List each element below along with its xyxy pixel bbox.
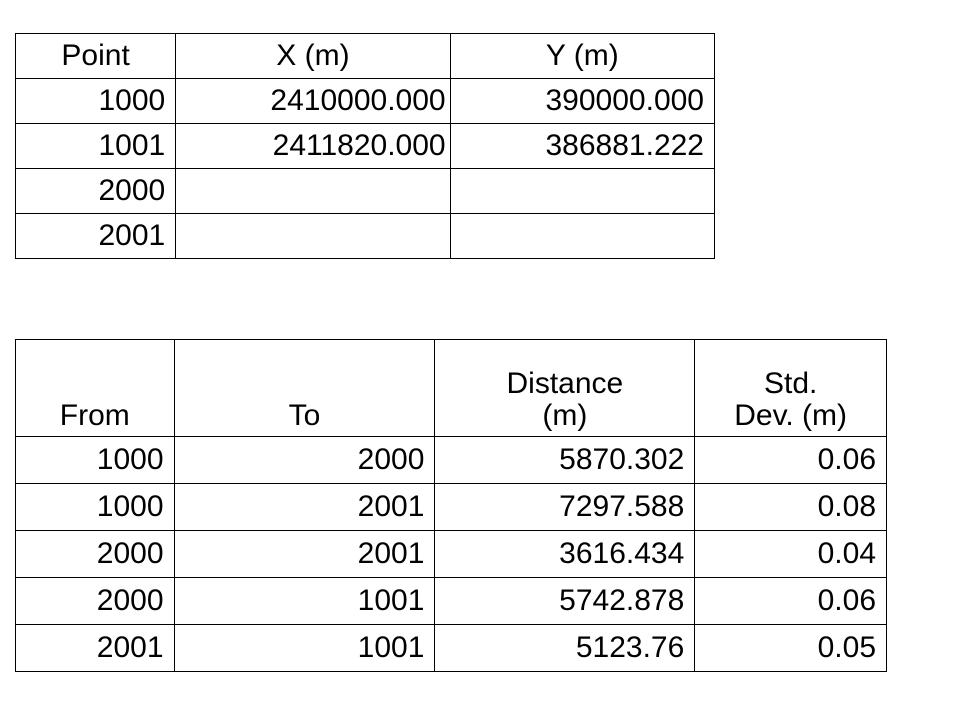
cell-to: 2001 [173, 530, 436, 578]
table-header-row: Point X (m) Y (m) [14, 33, 716, 79]
cell-x: 2410000.000 [175, 78, 451, 124]
header-line-1: Distance [506, 367, 624, 401]
column-header-distance: Distance (m) [434, 339, 696, 437]
header-line-2: (m) [542, 399, 588, 433]
cell-y [449, 168, 716, 214]
cell-y: 386881.222 [449, 123, 716, 169]
cell-distance: 3616.434 [434, 530, 696, 578]
cell-to: 1001 [173, 624, 436, 672]
cell-point: 1000 [14, 78, 177, 124]
table-row: 1001 2411820.000 386881.222 [14, 123, 716, 169]
cell-x [175, 213, 451, 259]
cell-point: 2001 [14, 213, 177, 259]
header-line-2: To [288, 399, 321, 433]
table-row: 2000 2001 3616.434 0.04 [15, 530, 887, 578]
table-row: 2001 [14, 213, 716, 259]
cell-std-dev: 0.06 [694, 436, 887, 484]
cell-to: 2000 [173, 436, 436, 484]
cell-from: 2000 [15, 530, 175, 578]
cell-y [449, 213, 716, 259]
cell-x [175, 168, 451, 214]
table-row: 1000 2000 5870.302 0.06 [15, 436, 887, 484]
cell-from: 2000 [15, 577, 175, 625]
column-header-std-dev: Std. Dev. (m) [694, 339, 887, 437]
cell-x: 2411820.000 [175, 123, 451, 169]
cell-distance: 5870.302 [434, 436, 696, 484]
observed-distances-table: From To Distance (m) Std. Dev. (m) 1000 … [15, 339, 887, 672]
column-header-from: From [15, 339, 175, 437]
column-header-point: Point [14, 33, 177, 79]
header-line-1: Std. [763, 367, 818, 401]
cell-from: 2001 [15, 624, 175, 672]
cell-std-dev: 0.04 [694, 530, 887, 578]
table-header-row: From To Distance (m) Std. Dev. (m) [15, 339, 887, 437]
table-row: 2001 1001 5123.76 0.05 [15, 624, 887, 672]
cell-from: 1000 [15, 483, 175, 531]
cell-distance: 7297.588 [434, 483, 696, 531]
header-line-2: From [59, 399, 130, 433]
cell-std-dev: 0.06 [694, 577, 887, 625]
column-header-to: To [173, 339, 436, 437]
cell-distance: 5742.878 [434, 577, 696, 625]
cell-point: 2000 [14, 168, 177, 214]
cell-y: 390000.000 [449, 78, 716, 124]
cell-to: 2001 [173, 483, 436, 531]
table-row: 1000 2001 7297.588 0.08 [15, 483, 887, 531]
table-row: 2000 1001 5742.878 0.06 [15, 577, 887, 625]
header-line-2: Dev. (m) [734, 399, 848, 433]
cell-std-dev: 0.05 [694, 624, 887, 672]
point-coordinates-table: Point X (m) Y (m) 1000 2410000.000 39000… [14, 33, 716, 259]
table-row: 2000 [14, 168, 716, 214]
cell-from: 1000 [15, 436, 175, 484]
column-header-x: X (m) [175, 33, 451, 79]
cell-std-dev: 0.08 [694, 483, 887, 531]
cell-to: 1001 [173, 577, 436, 625]
cell-point: 1001 [14, 123, 177, 169]
column-header-y: Y (m) [449, 33, 716, 79]
cell-distance: 5123.76 [434, 624, 696, 672]
table-row: 1000 2410000.000 390000.000 [14, 78, 716, 124]
